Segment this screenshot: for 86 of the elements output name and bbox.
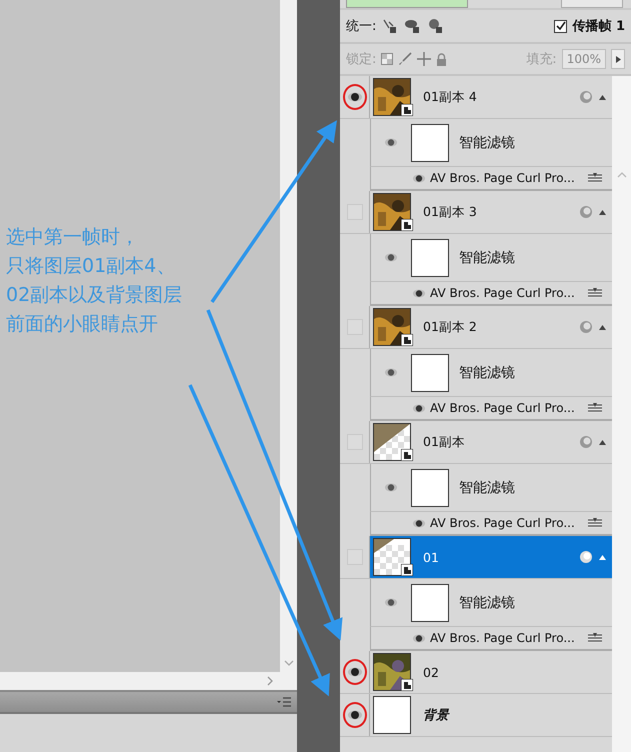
blending-options-icon[interactable] xyxy=(588,173,602,183)
layer-name: 01副本 2 xyxy=(423,318,477,336)
filter-mask-thumbnail xyxy=(411,468,449,506)
collapse-arrow-icon[interactable] xyxy=(599,554,606,560)
annotation-text: 前面的小眼睛点开 xyxy=(6,312,158,337)
layer-thumbnail xyxy=(373,696,411,734)
smart-filter-icon xyxy=(579,320,593,334)
layer-row[interactable]: 01 xyxy=(340,536,612,579)
layers-scrollbar[interactable] xyxy=(612,76,631,752)
collapse-arrow-icon[interactable] xyxy=(599,210,606,214)
smart-filter-label: 智能滤镜 xyxy=(459,248,515,266)
layer-row[interactable]: 01副本 3 xyxy=(340,191,612,234)
eye-icon[interactable] xyxy=(385,253,397,262)
layer-name: 背景 xyxy=(423,706,449,724)
layer-row[interactable]: 背景 xyxy=(340,694,612,737)
brush-icon[interactable] xyxy=(398,52,412,66)
smart-filter-label: 智能滤镜 xyxy=(459,478,515,496)
filter-mask-thumbnail xyxy=(411,238,449,276)
layer-thumbnail xyxy=(373,538,411,576)
smart-object-icon xyxy=(401,104,413,116)
annotation-text: 选中第一帧时， xyxy=(6,225,139,250)
layer-row[interactable]: 01副本 4 xyxy=(340,76,612,119)
unify-label: 统一: xyxy=(346,18,376,35)
eye-icon[interactable] xyxy=(348,710,362,720)
eye-icon[interactable] xyxy=(413,404,425,412)
filter-mask-thumbnail xyxy=(411,124,449,162)
fill-label: 填充: xyxy=(526,51,557,68)
opacity-field[interactable] xyxy=(561,0,623,8)
layer-thumbnail xyxy=(373,423,411,461)
blending-options-icon[interactable] xyxy=(588,633,602,643)
lock-label: 锁定: xyxy=(346,51,376,68)
eye-icon[interactable] xyxy=(413,288,425,298)
filter-effect-name: AV Bros. Page Curl Pro... xyxy=(430,516,576,530)
smart-filter-icon xyxy=(579,435,593,449)
layer-name: 01副本 3 xyxy=(423,204,477,220)
blending-options-icon[interactable] xyxy=(588,288,602,298)
smart-object-icon xyxy=(401,449,413,461)
collapse-arrow-icon[interactable] xyxy=(599,324,606,330)
smart-filter-label: 智能滤镜 xyxy=(459,594,515,612)
annotation-text: 02副本以及背景图层 xyxy=(6,283,182,308)
caret-icon xyxy=(616,56,620,62)
smart-object-icon xyxy=(401,334,413,346)
smart-object-icon xyxy=(401,564,413,576)
smart-filter-icon xyxy=(579,550,593,564)
blending-options-icon[interactable] xyxy=(588,403,602,413)
annotation-text: 只将图层01副本4、 xyxy=(6,254,176,279)
smart-filter-icon xyxy=(579,205,593,219)
eye-icon[interactable] xyxy=(385,368,397,377)
smart-object-icon xyxy=(401,219,413,231)
collapse-arrow-icon[interactable] xyxy=(599,440,606,444)
eye-icon[interactable] xyxy=(413,634,425,642)
blend-mode-field[interactable] xyxy=(346,0,468,8)
lock-transparency-icon[interactable] xyxy=(381,53,394,65)
collapse-arrow-icon[interactable] xyxy=(599,94,606,100)
layer-name: 01 xyxy=(423,550,439,564)
layer-row[interactable]: 01副本 xyxy=(340,421,612,464)
smart-object-icon xyxy=(401,679,413,691)
propagate-label: 传播帧 1 xyxy=(572,18,625,35)
filter-effect-name: AV Bros. Page Curl Pro... xyxy=(430,401,576,415)
propagate-checkbox[interactable] xyxy=(554,20,568,32)
vertical-scrollbar[interactable] xyxy=(280,0,297,672)
filter-mask-thumbnail xyxy=(411,354,449,392)
smart-filter-icon xyxy=(579,90,593,104)
layer-name: 02 xyxy=(423,664,439,680)
eye-icon[interactable] xyxy=(385,598,397,607)
layer-name: 01副本 xyxy=(423,434,465,450)
smart-filter-label: 智能滤镜 xyxy=(459,134,515,152)
eye-icon[interactable] xyxy=(348,667,362,677)
blending-options-icon[interactable] xyxy=(588,518,602,528)
filter-effect-name: AV Bros. Page Curl Pro... xyxy=(430,631,576,645)
horizontal-scrollbar[interactable] xyxy=(0,672,297,692)
layer-row[interactable]: 02 xyxy=(340,651,612,694)
eye-icon[interactable] xyxy=(385,483,397,492)
filter-effect-name: AV Bros. Page Curl Pro... xyxy=(430,286,576,300)
layer-name: 01副本 4 xyxy=(423,88,477,106)
smart-filter-label: 智能滤镜 xyxy=(459,364,515,382)
filter-mask-thumbnail xyxy=(411,584,449,622)
layer-row[interactable]: 01副本 2 xyxy=(340,306,612,349)
move-icon[interactable] xyxy=(417,52,432,66)
fill-dropdown-button[interactable] xyxy=(611,49,625,69)
panel-menu-icon[interactable] xyxy=(277,697,291,707)
eye-icon[interactable] xyxy=(385,138,397,147)
eye-icon[interactable] xyxy=(348,92,362,102)
filter-effect-name: AV Bros. Page Curl Pro... xyxy=(430,171,576,185)
eye-icon[interactable] xyxy=(413,174,425,182)
eye-icon[interactable] xyxy=(413,518,425,528)
